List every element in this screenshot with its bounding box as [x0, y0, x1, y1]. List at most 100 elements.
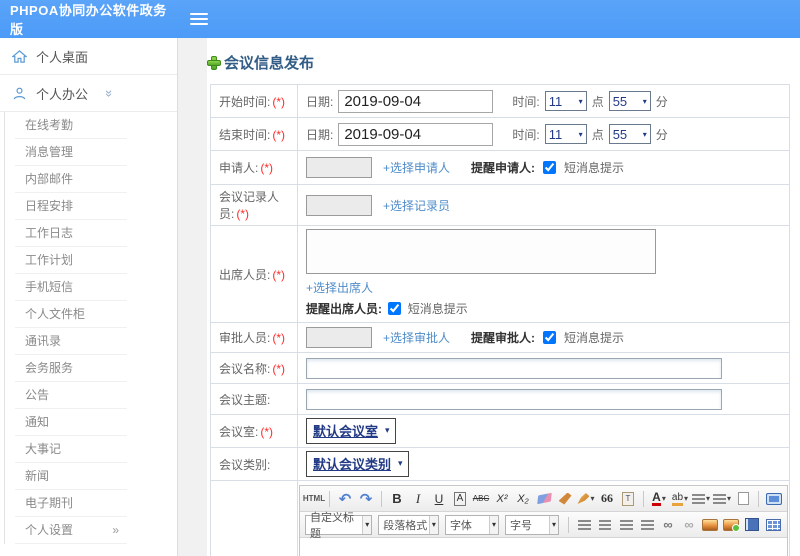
attendees-textarea[interactable] — [306, 229, 656, 274]
sidebar-subitem[interactable]: 会务服务 — [15, 355, 127, 382]
align-center-icon[interactable] — [596, 515, 614, 534]
row-meeting-name: 会议名称: (*) — [210, 352, 790, 384]
row-meeting-category: 会议类别: 默认会议类别 ▾ — [210, 447, 790, 481]
insert-link-icon[interactable]: ∞ — [659, 515, 677, 534]
broom-icon[interactable] — [556, 489, 574, 508]
sidebar-subitem[interactable]: 大事记 — [15, 436, 127, 463]
end-hour-select[interactable]: 11 ▾ — [544, 124, 587, 144]
date-label: 日期: — [306, 127, 334, 142]
sidebar-item-label: 个人办公 — [36, 86, 89, 102]
image-icon[interactable] — [701, 515, 719, 534]
align-right-icon[interactable] — [617, 515, 635, 534]
undo-icon[interactable]: ↶ — [336, 489, 354, 508]
sidebar-subitem[interactable]: 工作计划 — [15, 247, 127, 274]
sidebar-item-personal-settings[interactable]: 个人设置 » — [15, 517, 127, 544]
italic-button[interactable]: I — [409, 489, 427, 508]
recorder-input[interactable] — [306, 194, 372, 216]
paste-icon[interactable]: T — [619, 489, 637, 508]
table-icon[interactable] — [764, 515, 782, 534]
sidebar-subitem[interactable]: 在线考勤 — [15, 112, 127, 139]
font-size-select[interactable]: 字号 ▾ — [504, 514, 559, 535]
meeting-topic-input[interactable] — [306, 388, 722, 410]
paragraph-format-select[interactable]: 段落格式 ▾ — [378, 514, 439, 535]
applicant-input[interactable] — [306, 157, 372, 178]
strikethrough-button[interactable]: ABC — [472, 489, 490, 508]
subscript-button[interactable]: X₂ — [514, 489, 532, 508]
field-label: 会议名称: — [219, 361, 271, 376]
required-mark: (*) — [272, 361, 286, 376]
caret-down-icon: ▾ — [385, 425, 390, 435]
superscript-button[interactable]: X² — [493, 489, 511, 508]
required-mark: (*) — [260, 424, 274, 439]
html-source-button[interactable]: HTML — [303, 489, 325, 508]
end-date-input[interactable] — [338, 122, 494, 146]
sidebar-subitem[interactable]: 消息管理 — [15, 139, 127, 166]
sidebar-subitem[interactable]: 手机短信 — [15, 274, 127, 301]
format-painter-icon[interactable]: ▾ — [577, 489, 595, 508]
pick-applicant-link[interactable]: +选择申请人 — [383, 159, 450, 176]
applicant-sms-checkbox[interactable] — [543, 161, 557, 174]
chevron-right-icon: » — [112, 523, 119, 537]
field-label: 开始时间: — [219, 94, 271, 109]
sidebar-subitem[interactable]: 新闻 — [15, 463, 127, 490]
align-left-icon[interactable] — [575, 515, 593, 534]
start-date-input[interactable] — [338, 89, 494, 113]
required-mark: (*) — [272, 127, 286, 142]
meeting-name-input[interactable] — [306, 357, 722, 379]
sidebar-item-supervision[interactable]: 督查督办 » — [0, 544, 177, 556]
meeting-form: 开始时间:(*) 日期: 时间: 11▾ 点 55▾ 分 结束时间:(*) — [210, 84, 790, 556]
align-justify-icon[interactable] — [638, 515, 656, 534]
media-icon[interactable] — [743, 515, 761, 534]
font-color-button[interactable]: A ▾ — [650, 489, 668, 508]
highlight-button[interactable]: ab ▾ — [671, 489, 689, 508]
sidebar-subitem[interactable]: 通讯录 — [15, 328, 127, 355]
hour-unit: 点 — [591, 127, 604, 142]
required-mark: (*) — [272, 94, 286, 109]
sidebar-item-personal-desktop[interactable]: 个人桌面 — [0, 38, 177, 75]
attendees-sms-checkbox[interactable] — [388, 302, 402, 315]
redo-icon[interactable]: ↷ — [357, 489, 375, 508]
sidebar: 个人桌面 个人办公 » 在线考勤 消息管理 内部邮件 日程安排 工作日志 工作计划 手机短信… — [0, 38, 178, 556]
underline-button[interactable]: U — [430, 489, 448, 508]
sidebar-subitem[interactable]: 内部邮件 — [15, 166, 127, 193]
blockquote-button[interactable]: 66 — [598, 489, 616, 508]
font-style-button[interactable]: A — [453, 491, 467, 506]
add-icon — [207, 55, 221, 70]
editor-content-area[interactable] — [300, 538, 787, 556]
ordered-list-button[interactable]: ▾ — [692, 489, 710, 508]
start-minute-select[interactable]: 55 ▾ — [608, 91, 651, 111]
bold-button[interactable]: B — [388, 489, 406, 508]
sidebar-item-personal-office[interactable]: 个人办公 » — [0, 75, 177, 112]
sidebar-subitem[interactable]: 日程安排 — [15, 193, 127, 220]
heading-select[interactable]: 自定义标题 ▾ — [305, 512, 373, 540]
meeting-room-select[interactable]: 默认会议室 ▾ — [306, 418, 396, 444]
unordered-list-button[interactable]: ▾ — [713, 489, 731, 508]
end-minute-select[interactable]: 55 ▾ — [608, 124, 651, 144]
pick-attendees-link[interactable]: +选择出席人 — [306, 281, 373, 295]
eraser-icon[interactable] — [535, 489, 553, 508]
minute-unit: 分 — [655, 94, 668, 109]
pick-approver-link[interactable]: +选择审批人 — [383, 329, 450, 346]
remove-link-icon[interactable]: ∞ — [680, 515, 698, 534]
approver-sms-checkbox[interactable] — [543, 331, 557, 344]
sidebar-subitem[interactable]: 个人文件柜 — [15, 301, 127, 328]
meeting-category-select[interactable]: 默认会议类别 ▾ — [306, 451, 409, 477]
field-label: 审批人员: — [219, 331, 271, 345]
sidebar-subitem[interactable]: 电子期刊 — [15, 490, 127, 517]
field-label: 会议主题: — [219, 392, 271, 407]
row-approver: 审批人员: (*) +选择审批人 提醒审批人: 短消息提示 — [210, 322, 790, 353]
pick-recorder-link[interactable]: +选择记录员 — [383, 197, 450, 214]
font-family-select[interactable]: 字体 ▾ — [444, 514, 499, 535]
home-icon — [12, 49, 27, 63]
approver-input[interactable] — [306, 327, 372, 348]
sidebar-item-label: 个人桌面 — [36, 49, 89, 65]
sidebar-subitem[interactable]: 公告 — [15, 382, 127, 409]
fullscreen-monitor-icon[interactable] — [765, 489, 783, 508]
hamburger-icon[interactable] — [190, 10, 208, 28]
start-hour-select[interactable]: 11 ▾ — [544, 91, 587, 111]
row-applicant: 申请人: (*) +选择申请人 提醒申请人: 短消息提示 — [210, 150, 790, 185]
new-page-icon[interactable] — [734, 489, 752, 508]
insert-image-icon[interactable] — [722, 515, 740, 534]
sidebar-subitem[interactable]: 工作日志 — [15, 220, 127, 247]
sidebar-subitem[interactable]: 通知 — [15, 409, 127, 436]
